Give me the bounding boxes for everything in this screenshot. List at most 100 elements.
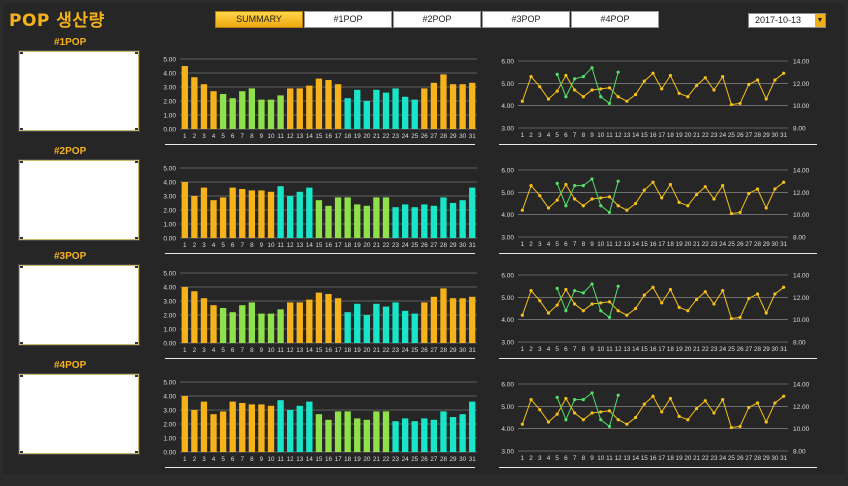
y-left-tick-label: 4.00: [501, 317, 514, 324]
pop-image-frame: [19, 160, 139, 240]
series-point: [755, 401, 760, 405]
y-left-tick-label: 4.00: [501, 103, 514, 110]
series-point: [573, 398, 577, 402]
tab-1pop[interactable]: #1POP: [304, 11, 392, 28]
y-tick-label: 1.00: [163, 113, 176, 120]
series-point: [607, 101, 612, 106]
series-point: [581, 204, 585, 208]
x-tick-label: 5: [555, 455, 559, 462]
x-tick-label: 6: [231, 242, 235, 249]
y-right-tick-label: 8.00: [793, 449, 806, 456]
x-tick-label: 18: [344, 456, 352, 463]
x-tick-label: 11: [606, 132, 613, 139]
y-left-tick-label: 4.00: [501, 212, 514, 219]
bar: [392, 88, 399, 129]
x-tick-label: 10: [268, 347, 276, 354]
bar: [200, 84, 208, 129]
bar: [392, 207, 399, 238]
series-point: [564, 204, 568, 208]
series-point: [764, 311, 768, 315]
x-tick-label: 2: [529, 346, 533, 353]
bar: [191, 291, 198, 343]
x-tick-label: 6: [564, 132, 568, 139]
bar: [411, 313, 418, 343]
chevron-down-icon[interactable]: ▼: [815, 14, 825, 27]
x-tick-label: 13: [623, 346, 631, 353]
x-tick-label: 22: [382, 242, 390, 249]
x-tick-label: 20: [684, 132, 692, 139]
series-point: [555, 72, 559, 76]
tab-summary[interactable]: SUMMARY: [215, 11, 303, 28]
x-tick-label: 3: [538, 132, 542, 139]
y-tick-label: 4.00: [163, 394, 176, 401]
series-point: [564, 182, 568, 187]
x-tick-label: 16: [649, 241, 657, 248]
frame-corner-mark: [135, 161, 138, 163]
series-point: [590, 197, 594, 201]
series-point: [729, 211, 733, 216]
y-left-tick-label: 6.00: [501, 273, 514, 280]
tab-3pop[interactable]: #3POP: [482, 11, 570, 28]
bar-chart: 5.004.003.002.001.000.001 2 3 4 5 6 7 8 9 10 11 12 1…: [163, 57, 477, 140]
series-point: [703, 76, 707, 80]
bar: [354, 204, 361, 238]
bar: [430, 205, 438, 238]
series-point: [573, 411, 577, 415]
series-point: [738, 101, 742, 106]
series-point: [520, 313, 524, 317]
x-tick-label: 1: [183, 456, 187, 463]
series-point: [764, 97, 768, 101]
y-tick-label: 1.00: [163, 222, 176, 229]
x-tick-label: 1: [521, 455, 525, 462]
x-tick-label: 26: [737, 346, 745, 353]
bar: [287, 410, 294, 452]
series-point: [581, 95, 585, 99]
x-tick-label: 26: [421, 242, 429, 249]
tab-2pop[interactable]: #2POP: [393, 11, 481, 28]
tab-bar: SUMMARY #1POP #2POP #3POP #4POP: [215, 11, 660, 28]
y-tick-label: 3.00: [163, 408, 176, 415]
x-tick-label: 6: [231, 133, 235, 140]
series-point: [564, 418, 568, 422]
x-tick-label: 10: [597, 346, 605, 353]
x-tick-label: 6: [231, 347, 235, 354]
date-select[interactable]: 2017-10-13 ▼: [748, 13, 826, 28]
tab-4pop[interactable]: #4POP: [571, 11, 659, 28]
series-point: [555, 286, 559, 290]
bar: [296, 88, 303, 129]
x-tick-label: 10: [268, 133, 276, 140]
x-tick-label: 13: [623, 241, 631, 248]
series-point: [747, 82, 751, 87]
series-point: [764, 420, 768, 424]
series-point: [581, 184, 585, 188]
bar: [430, 82, 438, 129]
x-tick-label: 23: [710, 455, 718, 462]
x-tick-label: 21: [373, 133, 381, 140]
bar: [411, 421, 418, 452]
x-tick-label: 18: [344, 133, 352, 140]
frame-corner-mark: [135, 342, 138, 344]
bar: [181, 182, 188, 238]
bar: [354, 89, 361, 129]
x-tick-label: 15: [315, 456, 323, 463]
series-point: [721, 184, 725, 188]
bar: [411, 99, 418, 129]
x-tick-label: 15: [641, 455, 649, 462]
x-tick-label: 21: [373, 242, 381, 249]
x-tick-label: 8: [582, 455, 586, 462]
bar: [449, 417, 457, 452]
x-tick-label: 11: [277, 456, 284, 463]
x-tick-label: 20: [684, 455, 692, 462]
x-tick-label: 13: [296, 347, 304, 354]
series-point: [625, 422, 629, 426]
series-point: [590, 411, 594, 415]
x-tick-label: 25: [728, 346, 736, 353]
bar: [239, 189, 246, 238]
series-point: [564, 396, 568, 401]
series-point: [747, 191, 751, 196]
x-tick-label: 17: [658, 346, 666, 353]
line-chart: 6.00 14.005.00 12.004.00 10.003.00 8.001 2 3 4 5…: [501, 168, 809, 249]
section-divider: [499, 144, 817, 145]
x-tick-label: 17: [658, 132, 666, 139]
x-tick-label: 5: [221, 242, 225, 249]
